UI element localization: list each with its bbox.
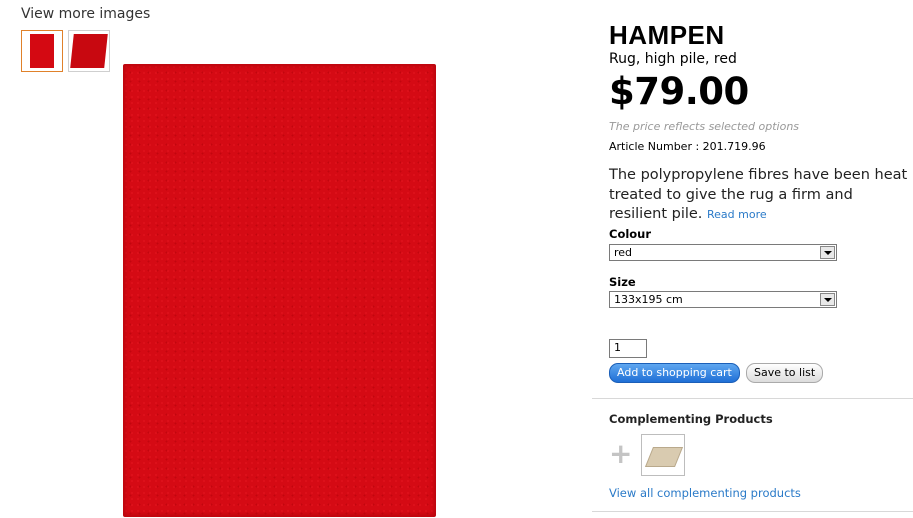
view-all-complementing-link[interactable]: View all complementing products (609, 486, 801, 500)
save-to-list-button[interactable]: Save to list (746, 363, 824, 383)
view-more-images-label: View more images (21, 6, 151, 22)
plus-icon: + (609, 437, 633, 470)
thumbnail-image-1[interactable] (21, 30, 63, 72)
divider (592, 511, 913, 512)
price-note: The price reflects selected options (609, 120, 800, 133)
rug-thumbnail-picture (30, 34, 54, 68)
rug-thumbnail-picture (70, 34, 108, 68)
chevron-down-icon[interactable] (820, 293, 835, 306)
chevron-down-icon[interactable] (820, 246, 835, 259)
size-select[interactable]: 133x195 cm (609, 291, 837, 308)
rug-pad-picture (644, 447, 684, 467)
thumbnail-image-2[interactable] (68, 30, 110, 72)
size-label: Size (609, 275, 636, 289)
colour-label: Colour (609, 227, 652, 241)
article-number: Article Number : 201.719.96 (609, 140, 766, 153)
main-product-image[interactable] (123, 64, 436, 517)
product-name: HAMPEN (609, 20, 725, 50)
add-to-cart-button[interactable]: Add to shopping cart (609, 363, 740, 383)
complementing-product-thumbnail[interactable] (641, 434, 685, 476)
read-more-link[interactable]: Read more (707, 208, 767, 221)
colour-select-value: red (614, 246, 633, 259)
size-select-value: 133x195 cm (614, 293, 683, 306)
product-description: Rug, high pile, red (609, 51, 737, 67)
product-price: $79.00 (609, 70, 749, 113)
product-long-description: The polypropylene fibres have been heat … (609, 166, 913, 225)
colour-select[interactable]: red (609, 244, 837, 261)
quantity-input[interactable]: 1 (609, 339, 647, 358)
divider (592, 398, 913, 399)
complementing-products-title: Complementing Products (609, 412, 773, 426)
